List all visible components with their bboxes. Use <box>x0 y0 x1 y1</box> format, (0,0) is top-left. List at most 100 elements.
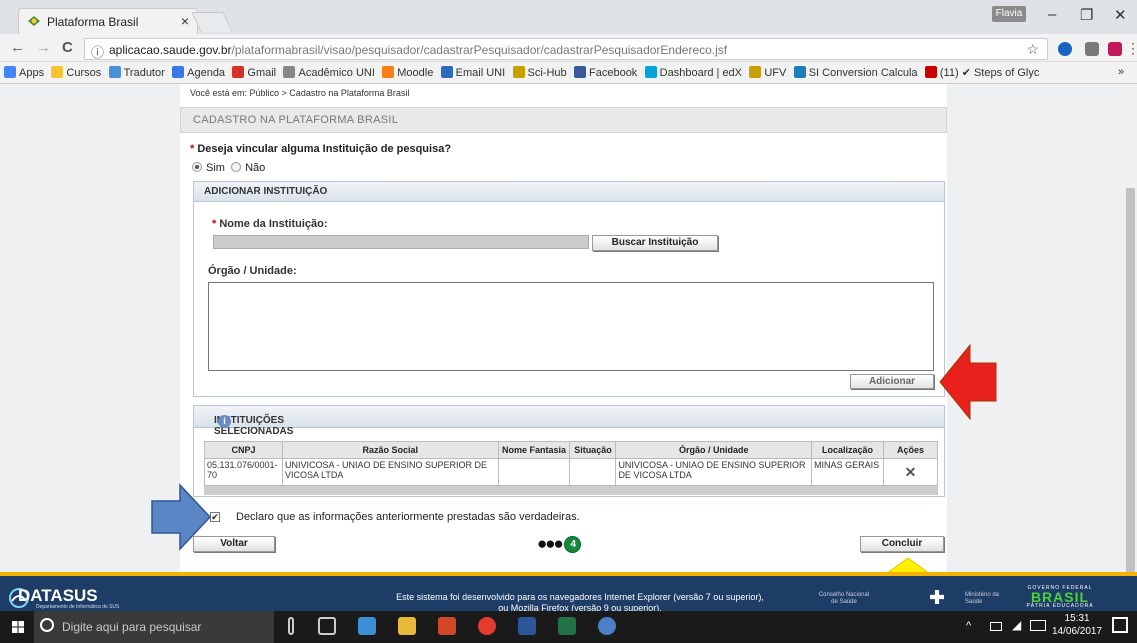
cell-situacao <box>569 458 617 486</box>
facebook-icon <box>574 66 586 78</box>
selected-institutions-header: INSTITUIÇÕES SELECIONADAS i <box>194 406 944 437</box>
tab-favicon-icon <box>28 16 40 26</box>
bookmark-edx[interactable]: Dashboard | edX <box>644 62 742 83</box>
profile-badge[interactable]: Flavia <box>992 6 1026 22</box>
bookmark-gmail[interactable]: Gmail <box>232 62 276 83</box>
cortana-icon <box>40 618 54 632</box>
menu-dots-icon[interactable]: ⋮ <box>1126 40 1137 57</box>
bookmark-academico[interactable]: Acadêmico UNI <box>283 62 375 83</box>
bookmark-email-uni[interactable]: Email UNI <box>440 62 505 83</box>
cell-cnpj: 05.131.076/0001-70 <box>204 458 283 486</box>
bookmark-agenda[interactable]: Agenda <box>172 62 225 83</box>
cell-razao-social: UNIVICOSA - UNIAO DE ENSINO SUPERIOR DE … <box>281 458 499 486</box>
taskbar-clock[interactable]: 15:31 14/06/2017 <box>1052 612 1102 638</box>
institution-radio-group: Sim Não <box>192 162 265 174</box>
col-orgao-unidade: Órgão / Unidade <box>615 441 813 459</box>
col-razao-social: Razão Social <box>281 441 499 459</box>
required-mark: * <box>190 143 195 155</box>
bookmark-youtube[interactable]: (11) ✔ Steps of Glyc <box>924 62 1039 83</box>
info-circle-icon[interactable]: i <box>218 415 231 428</box>
tab-close-icon[interactable]: × <box>181 13 189 29</box>
task-view-icon[interactable] <box>318 617 336 635</box>
org-unit-textarea[interactable] <box>208 282 934 371</box>
url-host: aplicacao.saude.gov.br <box>109 43 232 57</box>
institutions-table: CNPJ Razão Social Nome Fantasia Situação… <box>204 441 938 486</box>
bookmark-star-icon[interactable]: ☆ <box>1026 41 1039 58</box>
windows-start-icon[interactable] <box>12 621 24 633</box>
table-row: 05.131.076/0001-70 UNIVICOSA - UNIAO DE … <box>204 458 938 486</box>
ufv-icon <box>749 66 762 78</box>
bookmark-si-conversion[interactable]: SI Conversion Calcula <box>793 62 918 83</box>
cell-nome-fantasia <box>497 458 571 486</box>
bookmark-scihub[interactable]: Sci-Hub <box>512 62 567 83</box>
calendar-icon <box>172 66 185 78</box>
app-icon[interactable] <box>598 617 616 635</box>
moodle-icon <box>382 66 395 78</box>
bookmark-apps[interactable]: Apps <box>4 62 44 83</box>
bookmarks-overflow-icon[interactable]: » <box>1118 66 1124 78</box>
extension-m-icon[interactable] <box>1108 42 1122 56</box>
radio-no[interactable]: Não <box>231 162 265 174</box>
bookmarks-bar: Apps Cursos Tradutor Agenda Gmail Acadêm… <box>0 62 1137 84</box>
step-indicator: ●●● 4 <box>537 534 581 554</box>
clock-time: 15:31 <box>1064 613 1090 624</box>
maximize-icon[interactable]: ❐ <box>1080 6 1093 24</box>
org-unit-label: Órgão / Unidade: <box>208 265 297 277</box>
battery-icon[interactable] <box>990 622 1002 631</box>
search-institution-button[interactable]: Buscar Instituição <box>592 235 718 251</box>
minimize-icon[interactable]: – <box>1048 6 1056 23</box>
declaration-text: Declaro que as informações anteriormente… <box>236 511 580 523</box>
url-input[interactable]: ⓘ aplicacao.saude.gov.br/plataformabrasi… <box>84 38 1048 60</box>
bookmark-moodle[interactable]: Moodle <box>382 62 433 83</box>
apps-grid-icon <box>4 66 16 78</box>
excel-icon[interactable] <box>558 617 576 635</box>
col-situacao: Situação <box>569 441 617 459</box>
radio-yes-dot[interactable] <box>192 162 202 172</box>
back-icon[interactable]: ← <box>10 39 25 56</box>
scihub-icon <box>512 66 525 78</box>
reload-icon[interactable]: C <box>62 39 73 56</box>
forward-icon[interactable]: → <box>36 39 51 56</box>
col-acoes: Ações <box>883 441 938 459</box>
cns-logo: Conselho Nacional de Saúde <box>818 592 870 605</box>
col-cnpj: CNPJ <box>204 441 283 459</box>
page-header: CADASTRO NA PLATAFORMA BRASIL <box>180 107 947 133</box>
info-icon[interactable]: ⓘ <box>91 42 104 61</box>
document-icon <box>283 66 296 78</box>
keyboard-icon[interactable] <box>1030 620 1046 631</box>
chrome-icon[interactable] <box>478 617 496 635</box>
radio-yes[interactable]: Sim <box>192 162 225 174</box>
taskbar-search[interactable]: Digite aqui para pesquisar <box>34 611 274 643</box>
finish-button[interactable]: Concluir <box>860 536 944 552</box>
bookmark-facebook[interactable]: Facebook <box>574 62 637 83</box>
completed-steps: ●●● <box>537 534 564 553</box>
remove-icon[interactable]: ✕ <box>883 458 938 486</box>
wifi-icon[interactable]: ◢ <box>1012 618 1021 632</box>
file-explorer-icon[interactable] <box>398 617 416 635</box>
radio-no-dot[interactable] <box>231 162 242 172</box>
folder-icon <box>51 66 64 78</box>
powerpoint-icon[interactable] <box>438 617 456 635</box>
extension-puzzle-icon[interactable] <box>1085 42 1099 56</box>
bookmark-tradutor[interactable]: Tradutor <box>108 62 165 83</box>
add-institution-header: ADICIONAR INSTITUIÇÃO <box>194 182 944 202</box>
extension-icon[interactable] <box>1058 42 1072 56</box>
microphone-icon[interactable] <box>288 617 294 635</box>
store-icon[interactable] <box>358 617 376 635</box>
blue-arrow-annotation <box>151 483 212 551</box>
tray-chevron-icon[interactable]: ^ <box>966 620 971 632</box>
bookmark-cursos[interactable]: Cursos <box>51 62 101 83</box>
institution-question: * Deseja vincular alguma Instituição de … <box>190 143 452 155</box>
scrollbar-thumb[interactable] <box>1126 188 1135 608</box>
clock-date: 14/06/2017 <box>1052 626 1103 637</box>
notifications-icon[interactable] <box>1112 617 1128 633</box>
word-icon[interactable] <box>518 617 536 635</box>
close-window-icon[interactable]: ✕ <box>1114 6 1127 24</box>
tab-title: Plataforma Brasil <box>47 15 139 29</box>
add-button[interactable]: Adicionar <box>850 374 934 389</box>
gmail-icon <box>232 66 245 78</box>
translate-icon <box>108 66 121 78</box>
bookmark-ufv[interactable]: UFV <box>749 62 786 83</box>
institution-name-input[interactable] <box>213 235 589 249</box>
browser-tab[interactable]: Plataforma Brasil × <box>18 8 198 34</box>
